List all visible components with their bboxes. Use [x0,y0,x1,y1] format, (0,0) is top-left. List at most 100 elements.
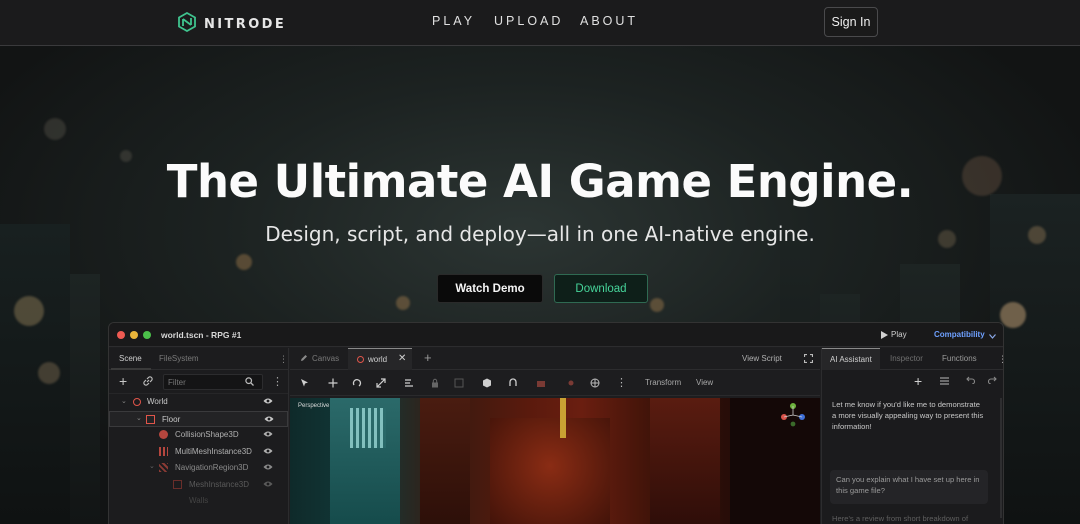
more-icon[interactable]: ⋮ [616,376,627,389]
bokeh-light [38,362,60,384]
undo-icon[interactable] [966,376,976,386]
lock-icon[interactable] [430,378,440,388]
visibility-eye-icon[interactable] [263,463,273,471]
brand-name: NITRODE [204,17,287,32]
group-icon[interactable] [454,378,464,388]
node3d-icon [133,398,141,406]
axis-gizmo[interactable] [780,402,806,430]
visibility-eye-icon[interactable] [263,430,273,438]
tree-row[interactable]: MultiMeshInstance3D [109,444,288,461]
tree-label: Walls [189,496,209,505]
more-icon[interactable]: ⋮ [279,354,288,365]
chevron-down-icon[interactable]: ⌄ [136,414,142,422]
viewport-panel: Canvas world ✕ + View Script ⋮ Transform… [290,348,820,524]
nav-link-play[interactable]: PLAY [432,14,494,28]
viewport-perspective-label[interactable]: Perspective [298,403,329,409]
visibility-eye-icon[interactable] [263,397,273,405]
viewport-mesh [730,398,820,524]
select-tool-icon[interactable] [300,378,310,388]
sun-icon[interactable] [566,378,576,388]
nav-links: PLAY UPLOAD ABOUT [432,14,638,28]
tab-inspector[interactable]: Inspector [890,354,923,363]
compatibility-dropdown[interactable]: Compatibility [934,330,985,339]
tree-row[interactable]: Walls [109,493,288,510]
scene-panel-tabs: Scene FileSystem ⋮ [109,348,288,370]
3d-viewport[interactable]: Perspective [290,398,820,524]
window-minimize-dot[interactable] [130,331,138,339]
search-icon[interactable] [245,377,254,388]
tab-world-label: world [368,355,388,364]
play-button[interactable]: Play [891,330,907,339]
view-script-button[interactable]: View Script [742,354,782,363]
tree-row[interactable]: ⌄ NavigationRegion3D [109,460,288,477]
download-button[interactable]: Download [554,274,648,303]
scale-tool-icon[interactable] [376,378,386,388]
viewport-mesh [650,398,720,524]
new-chat-icon[interactable]: + [914,373,922,389]
rotate-tool-icon[interactable] [352,378,362,388]
tree-row[interactable]: CollisionShape3D [109,427,288,444]
visibility-eye-icon[interactable] [264,415,274,423]
more-icon[interactable]: ⋮ [998,354,1003,365]
tab-canvas[interactable]: Canvas [312,354,339,363]
tree-label: MultiMeshInstance3D [175,446,252,456]
navigation-region-icon [159,463,168,472]
window-close-dot[interactable] [117,331,125,339]
sign-in-button[interactable]: Sign In [824,7,878,37]
camera-icon[interactable] [536,378,546,388]
tree-label: World [147,397,168,406]
chevron-down-icon[interactable]: ⌄ [121,397,127,405]
scene-toolbar: + Filter ⋮ [109,370,288,394]
move-tool-icon[interactable] [328,378,338,388]
cube-icon[interactable] [482,378,492,388]
tab-scene[interactable]: Scene [119,354,142,363]
play-icon[interactable] [881,331,888,341]
watch-demo-button[interactable]: Watch Demo [437,274,543,303]
chat-scrollbar[interactable] [1000,398,1002,518]
redo-icon[interactable] [987,376,997,386]
snap-icon[interactable] [508,378,518,388]
link-icon[interactable] [143,376,153,388]
bokeh-light [1000,302,1026,328]
viewport-tabs: Canvas world ✕ + View Script [290,348,820,370]
tree-label: NavigationRegion3D [175,463,249,472]
brand-logo[interactable]: NITRODE [178,11,287,37]
tree-label: Floor [162,414,181,424]
globe-icon[interactable] [590,378,600,388]
canvas-pencil-icon [300,354,308,364]
node3d-icon [357,356,364,363]
chevron-down-icon[interactable] [989,332,996,341]
tree-row[interactable]: MeshInstance3D [109,477,288,494]
view-menu[interactable]: View [696,378,713,387]
tab-world[interactable]: world ✕ [348,348,412,370]
add-node-icon[interactable]: + [119,373,127,389]
transform-menu[interactable]: Transform [645,378,681,387]
editor-window-title: world.tscn - RPG #1 [161,330,242,340]
add-tab-icon[interactable]: + [424,350,432,365]
close-icon[interactable]: ✕ [398,353,406,364]
bokeh-light [396,296,410,310]
editor-titlebar: world.tscn - RPG #1 Play Compatibility [109,323,1003,347]
window-maximize-dot[interactable] [143,331,151,339]
list-select-icon[interactable] [404,378,414,388]
bokeh-light [44,118,66,140]
tree-row[interactable]: ⌄ World [109,394,288,411]
tab-ai-assistant[interactable]: AI Assistant [822,348,880,370]
ai-assistant-panel: AI Assistant Inspector Functions ⋮ + Let… [821,348,1003,524]
fullscreen-icon[interactable] [803,353,814,365]
bg-building [70,274,100,524]
tab-functions[interactable]: Functions [942,354,977,363]
assistant-toolbar: + [822,370,1003,394]
tab-filesystem[interactable]: FileSystem [159,354,199,363]
history-list-icon[interactable] [940,377,949,387]
nav-link-upload[interactable]: UPLOAD [494,14,580,28]
visibility-eye-icon[interactable] [263,447,273,455]
nav-link-about[interactable]: ABOUT [580,14,638,28]
assistant-message: Let me know if you'd like me to demonstr… [832,400,984,431]
more-icon[interactable]: ⋮ [272,375,283,388]
tree-row[interactable]: ⌄ Floor [109,410,288,427]
chevron-down-icon[interactable]: ⌄ [149,462,155,470]
viewport-mesh [350,408,386,448]
bokeh-light [236,254,252,270]
visibility-eye-icon[interactable] [263,480,273,488]
